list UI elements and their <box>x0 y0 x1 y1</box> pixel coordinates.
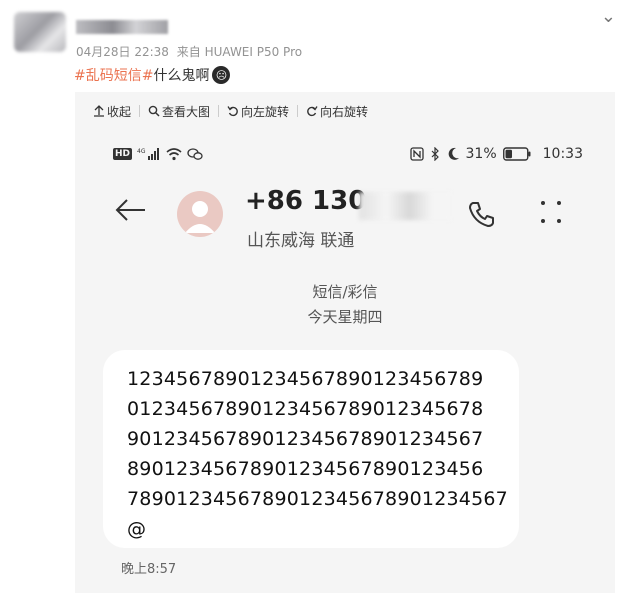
toolbar-divider <box>218 105 220 117</box>
phone-status-bar: HD 4G 31% 10:33 <box>113 145 583 167</box>
message-line: @ <box>127 518 147 540</box>
image-toolbar: 收起 查看大图 向左旋转 向右旋转 <box>75 92 615 130</box>
message-type-label: 短信/彩信 <box>312 283 378 301</box>
post-source: 来自 HUAWEI P50 Pro <box>176 45 303 59</box>
collapse-button[interactable]: 收起 <box>93 103 131 120</box>
arrow-left-icon <box>115 199 145 221</box>
signal-icon: 4G <box>137 148 160 160</box>
rotate-right-icon <box>307 106 318 117</box>
rotate-right-label: 向右旋转 <box>320 104 369 119</box>
rotate-left-icon <box>227 106 238 117</box>
message-time: 晚上8:57 <box>121 562 177 577</box>
collapse-icon <box>94 105 104 117</box>
post-date: 04月28日 22:38 <box>76 45 169 59</box>
view-large-button[interactable]: 查看大图 <box>148 103 210 120</box>
message-line: 01234567890123456789012345678 <box>127 398 484 420</box>
contact-avatar[interactable] <box>177 191 223 237</box>
caption-text: 什么鬼啊 <box>153 68 210 84</box>
phone-icon <box>469 202 494 227</box>
post-caption: #乱码短信# 什么鬼啊 ☹ <box>74 65 231 85</box>
message-bubble[interactable]: 12345678901234567890123456789 0123456789… <box>103 350 519 548</box>
bluetooth-vibrate-icon <box>431 147 439 161</box>
rotate-left-button[interactable]: 向左旋转 <box>227 103 289 120</box>
more-options-icon[interactable] <box>541 201 561 223</box>
status-time: 10:33 <box>542 146 583 162</box>
poster-name-redacted[interactable] <box>76 20 168 34</box>
poster-avatar[interactable] <box>14 12 66 52</box>
crying-face-emoji-icon: ☹ <box>212 66 231 84</box>
person-icon <box>185 201 215 233</box>
nfc-icon <box>409 147 424 161</box>
chevron-down-icon[interactable]: ⌄ <box>601 6 616 27</box>
message-line: 90123456789012345678901234567 <box>127 428 484 450</box>
number-redaction <box>359 192 451 220</box>
hd-icon: HD <box>113 148 133 160</box>
back-button[interactable] <box>115 198 147 226</box>
wifi-icon <box>166 148 182 161</box>
battery-percent: 31% <box>465 146 497 162</box>
image-viewer: 收起 查看大图 向左旋转 向右旋转 HD 4G 31% 10:33 +86 13… <box>75 92 615 593</box>
magnifier-icon <box>148 105 160 117</box>
contact-location: 山东威海 联通 <box>247 231 355 251</box>
network-type-label: 4G <box>137 148 146 155</box>
toolbar-divider <box>297 105 299 117</box>
rotate-right-button[interactable]: 向右旋转 <box>306 103 368 120</box>
rotate-left-label: 向左旋转 <box>241 104 290 119</box>
moon-icon <box>448 147 459 160</box>
call-button[interactable] <box>467 199 497 233</box>
message-date-label: 今天星期四 <box>307 308 383 326</box>
message-line: 12345678901234567890123456789 <box>127 368 484 390</box>
toolbar-divider <box>139 105 141 117</box>
contact-number: +86 130 <box>245 186 367 216</box>
wechat-icon <box>187 148 203 160</box>
battery-icon <box>502 147 531 161</box>
battery-fill <box>505 149 512 159</box>
collapse-label: 收起 <box>107 104 132 119</box>
hashtag-link[interactable]: #乱码短信# <box>74 65 153 85</box>
view-large-label: 查看大图 <box>162 104 211 119</box>
message-line: 7890123456789012345678901234567 <box>127 488 508 510</box>
message-line: 89012345678901234567890123456 <box>127 458 484 480</box>
post-meta: 04月28日 22:38 来自 HUAWEI P50 Pro <box>76 43 306 60</box>
